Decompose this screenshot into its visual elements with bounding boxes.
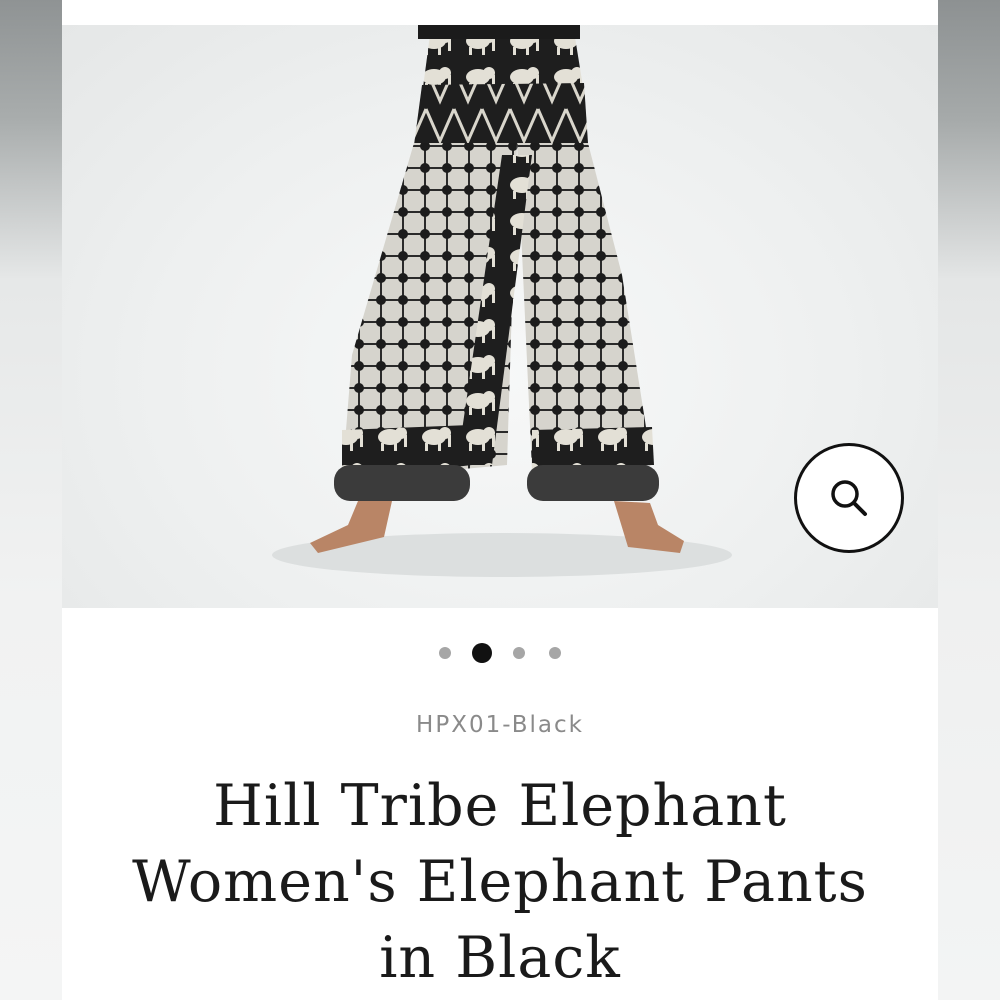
product-image[interactable]	[62, 25, 938, 608]
magnifier-icon	[827, 476, 871, 520]
screen: HPX01-Black Hill Tribe Elephant Women's …	[0, 0, 1000, 1000]
zoom-button[interactable]	[794, 443, 904, 553]
carousel-dots	[62, 640, 938, 666]
product-title: Hill Tribe Elephant Women's Elephant Pan…	[132, 773, 868, 991]
carousel-dot-3[interactable]	[513, 647, 525, 659]
product-page: HPX01-Black Hill Tribe Elephant Women's …	[62, 0, 938, 1000]
product-sku: HPX01-Black	[416, 712, 584, 738]
right-blur-band	[938, 0, 1000, 1000]
carousel-dot-1[interactable]	[439, 647, 451, 659]
carousel-dot-2-active[interactable]	[472, 643, 492, 663]
carousel-dot-4[interactable]	[549, 647, 561, 659]
left-blur-band	[0, 0, 62, 1000]
